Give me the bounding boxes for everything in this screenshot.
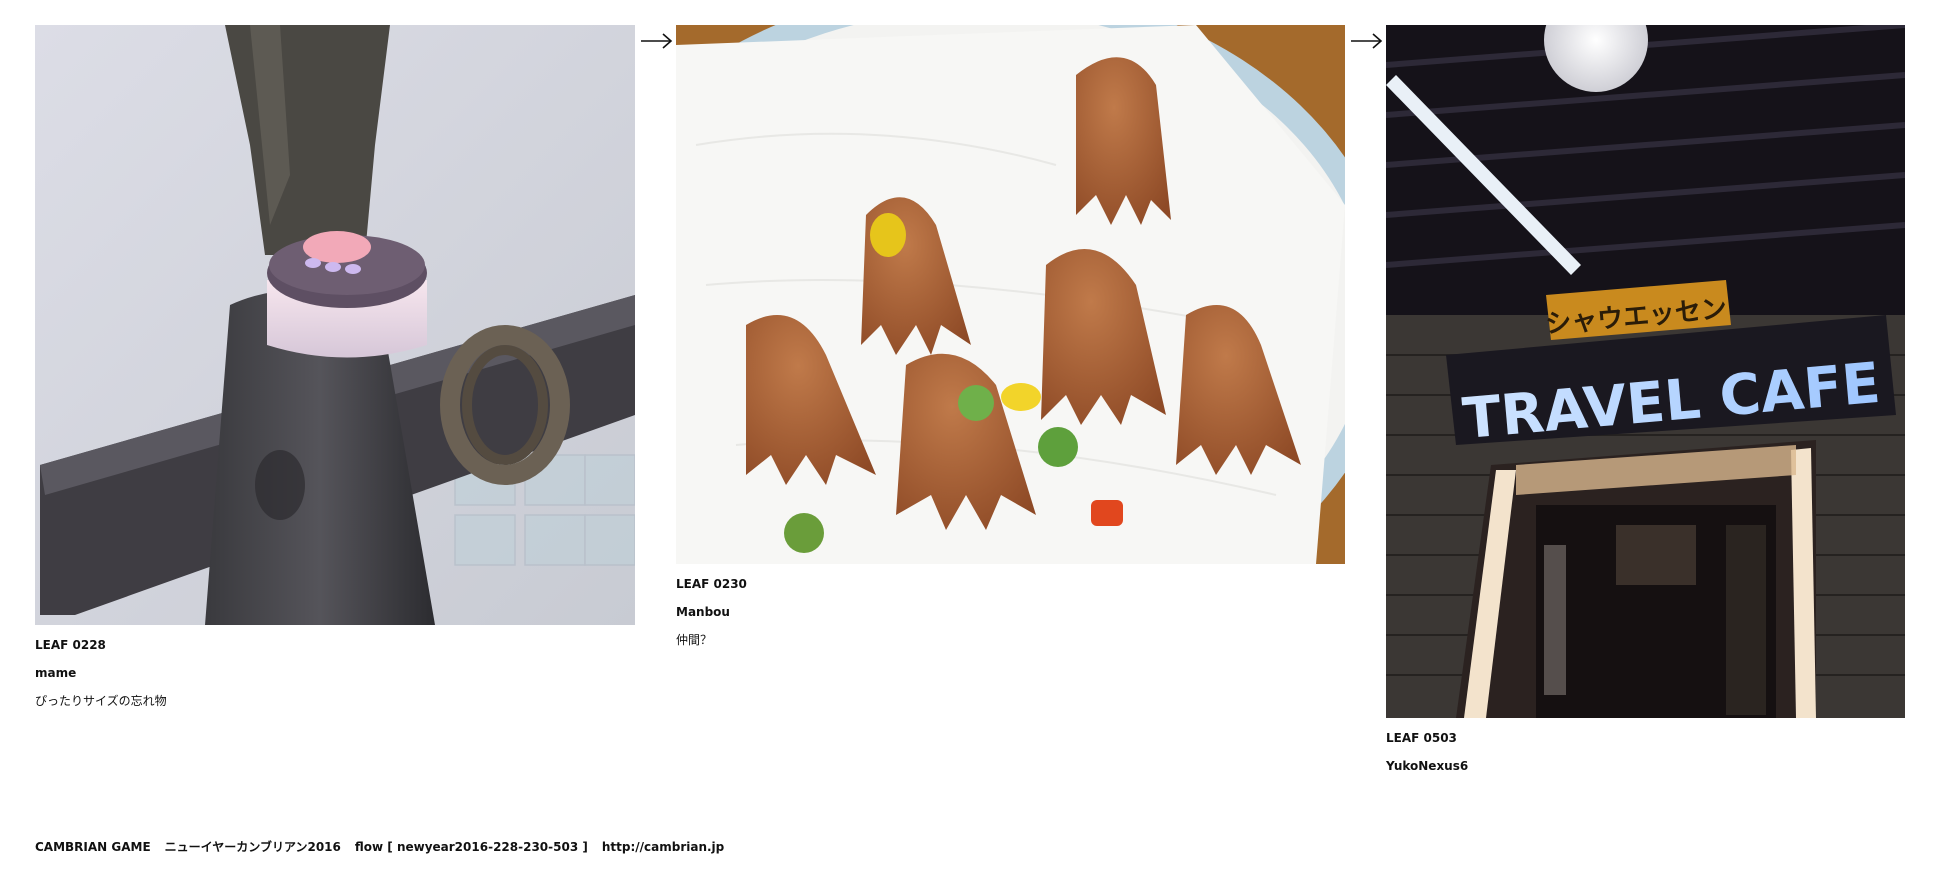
leaf-author[interactable]: mame: [35, 659, 635, 687]
footer: CAMBRIAN GAME ニューイヤーカンブリアン2016 flow [ newy…: [35, 838, 738, 855]
leaf-card-0503: シャウエッセン TRAVEL CAFE LEAF 0503 YukoNexus6: [1386, 25, 1905, 780]
leaf-author[interactable]: Manbou: [676, 598, 1345, 626]
right-arrow-icon: [641, 33, 673, 49]
leaf-id: LEAF 0230: [676, 577, 747, 591]
leaf-author[interactable]: YukoNexus6: [1386, 752, 1905, 780]
footer-flow: flow [ newyear2016-228-230-503 ]: [354, 840, 588, 854]
footer-url-link[interactable]: http://cambrian.jp: [602, 840, 724, 854]
leaf-card-0228: LEAF 0228 mame ぴったりサイズの忘れ物: [35, 25, 635, 715]
leaf-id: LEAF 0228: [35, 638, 106, 652]
leaf-comment: 仲間？: [676, 633, 713, 647]
footer-event: ニューイヤーカンブリアン2016: [164, 840, 341, 854]
button-cap-photo: [35, 25, 635, 625]
leaf-image-0228[interactable]: [35, 25, 635, 625]
leaf-image-0503[interactable]: シャウエッセン TRAVEL CAFE: [1386, 25, 1905, 718]
leaf-card-0230: LEAF 0230 Manbou 仲間？: [676, 25, 1345, 654]
footer-game[interactable]: CAMBRIAN GAME: [35, 840, 151, 854]
leaf-id: LEAF 0503: [1386, 731, 1457, 745]
travel-cafe-photo: シャウエッセン TRAVEL CAFE: [1386, 25, 1905, 718]
octopus-sausages-photo: [676, 25, 1345, 564]
right-arrow-icon: [1351, 33, 1383, 49]
leaf-comment: ぴったりサイズの忘れ物: [35, 694, 167, 708]
leaf-image-0230[interactable]: [676, 25, 1345, 564]
